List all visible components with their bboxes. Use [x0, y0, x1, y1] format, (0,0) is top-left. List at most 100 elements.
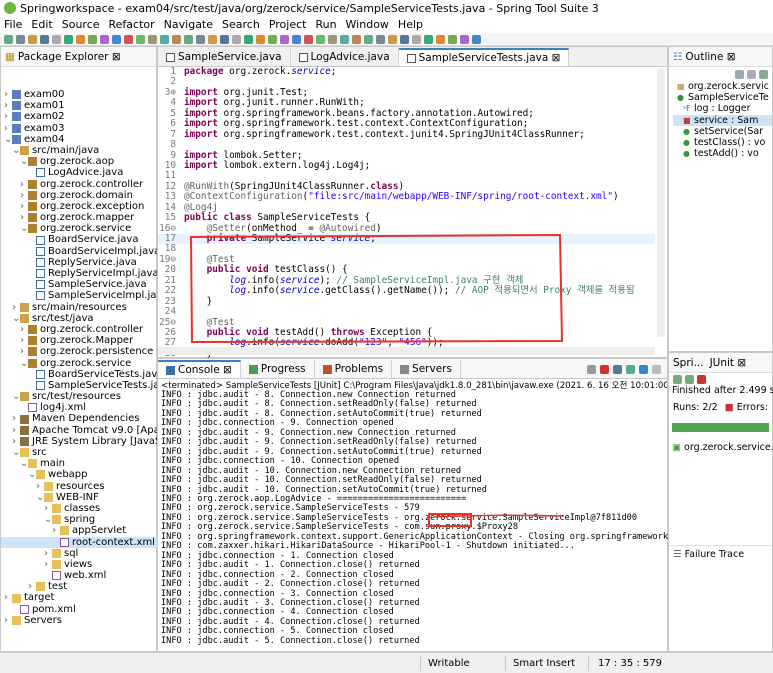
junit-test-node[interactable]: ▣ org.zerock.service.S: [669, 436, 773, 459]
outline-item[interactable]: ■ service : Sam: [673, 114, 772, 126]
chevron-right-icon[interactable]: ›: [36, 481, 44, 492]
chevron-down-icon[interactable]: ⌄: [12, 145, 20, 156]
chevron-right-icon[interactable]: ›: [4, 123, 12, 134]
menu-refactor[interactable]: Refactor: [109, 18, 155, 31]
chevron-right-icon[interactable]: ›: [44, 559, 52, 570]
tree-item[interactable]: › views: [1, 559, 157, 570]
chevron-right-icon[interactable]: ›: [4, 615, 12, 626]
next-annotation-icon[interactable]: [136, 34, 145, 44]
forward-icon[interactable]: [172, 34, 181, 44]
tree-item[interactable]: log4j.xml: [1, 402, 157, 413]
tree-item[interactable]: › resources: [1, 481, 157, 492]
previous-failure-icon[interactable]: [685, 375, 694, 384]
menu-source[interactable]: Source: [62, 18, 100, 31]
outline-title[interactable]: Outline ⊠: [685, 51, 735, 63]
search-text-icon[interactable]: [124, 34, 133, 44]
run-icon[interactable]: [244, 34, 253, 44]
editor-horizontal-scrollbar[interactable]: [158, 347, 655, 355]
menu-project[interactable]: Project: [269, 18, 307, 31]
tree-item[interactable]: SampleService.java: [1, 279, 157, 290]
tree-item[interactable]: SampleServiceTests.java: [1, 380, 157, 391]
debug-icon[interactable]: [76, 34, 85, 44]
tree-item[interactable]: ⌄ org.zerock.service: [1, 358, 157, 369]
outline-item[interactable]: ● SampleServiceTe: [673, 92, 772, 103]
debug-icon[interactable]: [256, 34, 265, 44]
tree-item[interactable]: › exam02: [1, 111, 157, 122]
tree-item[interactable]: ⌄ src/main/java: [1, 145, 157, 156]
tree-item[interactable]: SampleServiceImpl.java: [1, 290, 157, 301]
tab-sampleservice[interactable]: SampleService.java: [158, 48, 291, 66]
tree-item[interactable]: ⌄ WEB-INF: [1, 492, 157, 503]
tab-servers[interactable]: Servers: [392, 360, 461, 378]
chevron-right-icon[interactable]: ›: [20, 179, 28, 190]
clear-console-icon[interactable]: [587, 364, 596, 374]
print-icon[interactable]: [40, 34, 49, 44]
chevron-right-icon[interactable]: ›: [52, 525, 60, 536]
chevron-right-icon[interactable]: ›: [12, 436, 20, 447]
tree-item[interactable]: ⌄ spring: [1, 514, 157, 525]
sort-icon[interactable]: [735, 70, 744, 79]
tree-item[interactable]: pom.xml: [1, 604, 157, 615]
tree-item[interactable]: › exam01: [1, 100, 157, 111]
search-icon[interactable]: [112, 34, 121, 44]
chevron-right-icon[interactable]: ›: [12, 425, 20, 436]
chevron-right-icon[interactable]: ›: [20, 212, 28, 223]
chevron-right-icon[interactable]: ›: [4, 100, 12, 111]
build-icon[interactable]: [232, 34, 241, 44]
chevron-right-icon[interactable]: ›: [28, 581, 36, 592]
tree-item[interactable]: BoardServiceTests.java: [1, 369, 157, 380]
chevron-down-icon[interactable]: ⌄: [44, 514, 52, 525]
build-icon[interactable]: [52, 34, 61, 44]
open-type-icon[interactable]: [280, 34, 289, 44]
debug-icon[interactable]: [436, 34, 445, 44]
save-icon[interactable]: [196, 34, 205, 44]
chevron-right-icon[interactable]: ›: [12, 302, 20, 313]
menu-run[interactable]: Run: [315, 18, 336, 31]
tree-item[interactable]: root-context.xml: [1, 536, 157, 548]
external-tools-icon[interactable]: [268, 34, 277, 44]
tree-item[interactable]: › sql: [1, 548, 157, 559]
open-type-icon[interactable]: [100, 34, 109, 44]
chevron-right-icon[interactable]: ›: [20, 324, 28, 335]
new-icon[interactable]: [364, 34, 373, 44]
outline-item[interactable]: ● setService(Sar: [673, 126, 772, 137]
tree-item[interactable]: › target: [1, 592, 157, 603]
external-tools-icon[interactable]: [88, 34, 97, 44]
tab-logadvice[interactable]: LogAdvice.java: [291, 48, 399, 66]
tree-item[interactable]: ⌄ webapp: [1, 469, 157, 480]
chevron-right-icon[interactable]: ›: [44, 503, 52, 514]
tree-item[interactable]: web.xml: [1, 570, 157, 581]
tree-item[interactable]: › org.zerock.controller: [1, 179, 157, 190]
tree-item[interactable]: › org.zerock.controller: [1, 324, 157, 335]
chevron-right-icon[interactable]: ›: [20, 335, 28, 346]
chevron-down-icon[interactable]: ⌄: [20, 358, 28, 369]
chevron-right-icon[interactable]: ›: [4, 111, 12, 122]
next-annotation-icon[interactable]: [316, 34, 325, 44]
tree-item[interactable]: ⌄ src/test/java: [1, 313, 157, 324]
search-text-icon[interactable]: [304, 34, 313, 44]
tab-spring-explorer[interactable]: Spri...: [673, 357, 704, 369]
save-icon[interactable]: [376, 34, 385, 44]
tree-item[interactable]: › exam03: [1, 123, 157, 134]
menu-edit[interactable]: Edit: [31, 18, 52, 31]
editor-vertical-scrollbar[interactable]: [657, 69, 665, 337]
code-line[interactable]: 13 @ContextConfiguration("file:src/main/w…: [158, 191, 655, 202]
tree-item[interactable]: › Servers: [1, 615, 157, 626]
tab-sampleservicetests[interactable]: SampleServiceTests.java ⊠: [398, 48, 570, 66]
back-icon[interactable]: [340, 34, 349, 44]
chevron-down-icon[interactable]: ⌄: [36, 492, 44, 503]
save-all-icon[interactable]: [28, 34, 37, 44]
tree-item[interactable]: ReplyServiceImpl.java: [1, 268, 157, 279]
package-explorer-title[interactable]: Package Explorer ⊠: [18, 51, 121, 63]
save-icon[interactable]: [16, 34, 25, 44]
tree-item[interactable]: › classes: [1, 503, 157, 514]
run-icon[interactable]: [424, 34, 433, 44]
forward-icon[interactable]: [352, 34, 361, 44]
tree-item[interactable]: › org.zerock.exception: [1, 201, 157, 212]
chevron-down-icon[interactable]: ⌄: [12, 447, 20, 458]
chevron-down-icon[interactable]: ⌄: [20, 458, 28, 469]
search-icon[interactable]: [472, 34, 481, 44]
rerun-icon[interactable]: [697, 375, 706, 384]
tree-item[interactable]: › org.zerock.mapper: [1, 212, 157, 223]
code-line[interactable]: 8: [158, 139, 655, 150]
